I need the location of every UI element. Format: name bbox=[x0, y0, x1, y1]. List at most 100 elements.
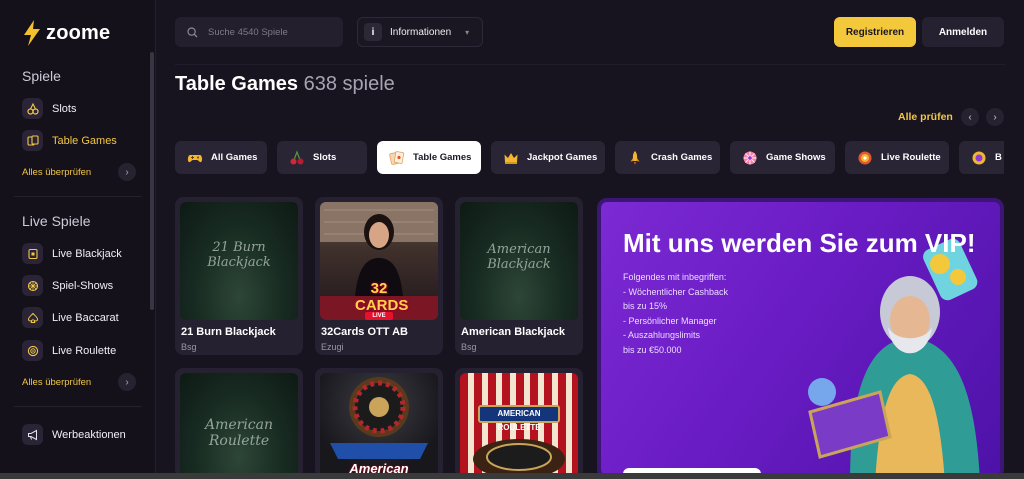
category-more[interactable]: B bbox=[959, 141, 1004, 174]
game-thumbnail: 32 CARDS LIVE bbox=[320, 202, 438, 320]
see-all-label: Alles überprüfen bbox=[22, 376, 92, 388]
roulette-icon bbox=[22, 340, 43, 361]
divider bbox=[14, 196, 142, 197]
sidebar-item-label: Live Baccarat bbox=[52, 311, 119, 324]
info-icon: i bbox=[364, 23, 382, 41]
game-thumbnail: AMERICAN ROULETTE bbox=[460, 373, 578, 478]
game-art-title: 21 Burn Blackjack bbox=[207, 240, 271, 270]
cards-icon bbox=[389, 150, 405, 165]
vip-title: Mit uns werden Sie zum VIP! bbox=[623, 228, 976, 258]
vip-benefit-line: - Auszahlungslimits bbox=[623, 330, 701, 340]
game-card[interactable]: American Roulette bbox=[175, 368, 303, 478]
page-title: Table Games 638 spiele bbox=[175, 73, 395, 96]
brand-logo[interactable]: zoome bbox=[22, 20, 110, 46]
horizontal-scrollbar[interactable] bbox=[0, 473, 1024, 479]
cherries-icon bbox=[290, 149, 304, 164]
game-show-icon bbox=[22, 275, 43, 296]
crown-icon bbox=[504, 152, 518, 164]
category-slots[interactable]: Slots bbox=[277, 141, 367, 174]
chevron-left-icon: ‹ bbox=[968, 111, 972, 123]
gamepad-icon bbox=[187, 154, 203, 162]
category-label: Crash Games bbox=[651, 152, 713, 163]
vip-banner[interactable]: Mit uns werden Sie zum VIP! Folgendes mi… bbox=[597, 198, 1004, 479]
wheel-icon bbox=[743, 151, 757, 164]
search-icon bbox=[187, 26, 198, 37]
header-divider bbox=[175, 64, 1005, 65]
search-box[interactable] bbox=[175, 17, 343, 47]
information-label: Informationen bbox=[390, 26, 452, 38]
category-label: B bbox=[995, 152, 1002, 163]
game-thumbnail: American Roulette bbox=[180, 373, 298, 478]
category-label: Table Games bbox=[413, 152, 472, 163]
chevron-right-icon: › bbox=[118, 163, 136, 181]
register-button[interactable]: Registrieren bbox=[834, 17, 916, 47]
game-card[interactable]: American ROULETTE bbox=[315, 368, 443, 478]
see-all-label: Alles überprüfen bbox=[22, 166, 92, 178]
lightning-bolt-icon bbox=[24, 20, 40, 46]
category-label: Slots bbox=[313, 152, 337, 163]
chip-icon bbox=[972, 151, 986, 164]
category-game-shows[interactable]: Game Shows bbox=[730, 141, 835, 174]
chevron-right-icon: › bbox=[993, 111, 997, 123]
chevron-down-icon: ▾ bbox=[465, 27, 470, 37]
rocket-icon bbox=[630, 150, 640, 165]
game-thumbnail: American ROULETTE bbox=[320, 373, 438, 478]
sidebar-item-label: Table Games bbox=[52, 134, 117, 147]
live-badge: LIVE bbox=[365, 312, 393, 320]
brand-name: zoome bbox=[46, 21, 111, 44]
vip-benefit-line: Folgendes mit inbegriffen: bbox=[623, 272, 727, 282]
category-jackpot-games[interactable]: Jackpot Games bbox=[491, 141, 605, 174]
game-card[interactable]: American Blackjack American Blackjack Bs… bbox=[455, 197, 583, 355]
game-count: 638 spiele bbox=[303, 73, 395, 95]
category-label: Live Roulette bbox=[881, 152, 941, 163]
sidebar-item-game-shows[interactable]: Spiel-Shows bbox=[22, 275, 113, 296]
information-dropdown[interactable]: i Informationen ▾ bbox=[357, 17, 483, 47]
vip-benefit-line: bis zu €50.000 bbox=[623, 344, 682, 355]
scroll-right-button[interactable]: › bbox=[986, 108, 1004, 126]
cards-icon bbox=[22, 130, 43, 151]
check-all-link[interactable]: Alle prüfen bbox=[898, 111, 953, 123]
sidebar-item-promotions[interactable]: Werbeaktionen bbox=[22, 424, 126, 445]
category-all-games[interactable]: All Games bbox=[175, 141, 267, 174]
game-card[interactable]: 32 CARDS LIVE 32Cards OTT AB Ezugi bbox=[315, 197, 443, 355]
sidebar-scrollbar[interactable] bbox=[150, 52, 154, 310]
sidebar-section-games-title: Spiele bbox=[22, 68, 61, 84]
sidebar-item-live-baccarat[interactable]: Live Baccarat bbox=[22, 307, 119, 328]
scroll-left-button[interactable]: ‹ bbox=[961, 108, 979, 126]
sidebar-section-live-title: Live Spiele bbox=[22, 213, 91, 229]
game-art-title: AMERICAN ROULETTE bbox=[478, 405, 560, 432]
cherries-icon bbox=[22, 98, 43, 119]
game-name: 21 Burn Blackjack bbox=[181, 326, 276, 338]
category-label: Game Shows bbox=[766, 152, 826, 163]
search-input[interactable] bbox=[208, 26, 328, 38]
chevron-right-icon: › bbox=[118, 373, 136, 391]
game-provider: Bsg bbox=[461, 342, 477, 352]
vip-benefit-line: - Wöchentlicher Cashback bbox=[623, 286, 729, 297]
game-card[interactable]: 21 Burn Blackjack 21 Burn Blackjack Bsg bbox=[175, 197, 303, 355]
game-provider: Bsg bbox=[181, 342, 197, 352]
category-crash-games[interactable]: Crash Games bbox=[615, 141, 720, 174]
game-thumbnail: 21 Burn Blackjack bbox=[180, 202, 298, 320]
sidebar-item-slots[interactable]: Slots bbox=[22, 98, 76, 119]
game-provider: Ezugi bbox=[321, 342, 344, 352]
game-art-title: American Roulette bbox=[204, 417, 274, 449]
sidebar-games-see-all[interactable]: Alles überprüfen › bbox=[22, 163, 136, 181]
sidebar: zoome Spiele Slots Table Games Alles übe… bbox=[0, 0, 156, 479]
blackjack-card-icon bbox=[22, 243, 43, 264]
sidebar-item-label: Live Roulette bbox=[52, 344, 117, 357]
category-table-games[interactable]: Table Games bbox=[377, 141, 481, 174]
login-button[interactable]: Anmelden bbox=[922, 17, 1004, 47]
category-label: Jackpot Games bbox=[527, 152, 598, 163]
sidebar-item-table-games[interactable]: Table Games bbox=[22, 130, 117, 151]
game-card[interactable]: AMERICAN ROULETTE bbox=[455, 368, 583, 478]
sidebar-item-label: Spiel-Shows bbox=[52, 279, 114, 292]
page-title-text: Table Games bbox=[175, 73, 299, 95]
sidebar-item-live-roulette[interactable]: Live Roulette bbox=[22, 340, 116, 361]
game-thumbnail: American Blackjack bbox=[460, 202, 578, 320]
sidebar-item-label: Werbeaktionen bbox=[52, 428, 126, 441]
sidebar-item-live-blackjack[interactable]: Live Blackjack bbox=[22, 243, 122, 264]
category-live-roulette[interactable]: Live Roulette bbox=[845, 141, 949, 174]
sidebar-live-see-all[interactable]: Alles überprüfen › bbox=[22, 373, 136, 391]
sidebar-item-label: Live Blackjack bbox=[52, 247, 122, 260]
game-name: 32Cards OTT AB bbox=[321, 326, 409, 338]
